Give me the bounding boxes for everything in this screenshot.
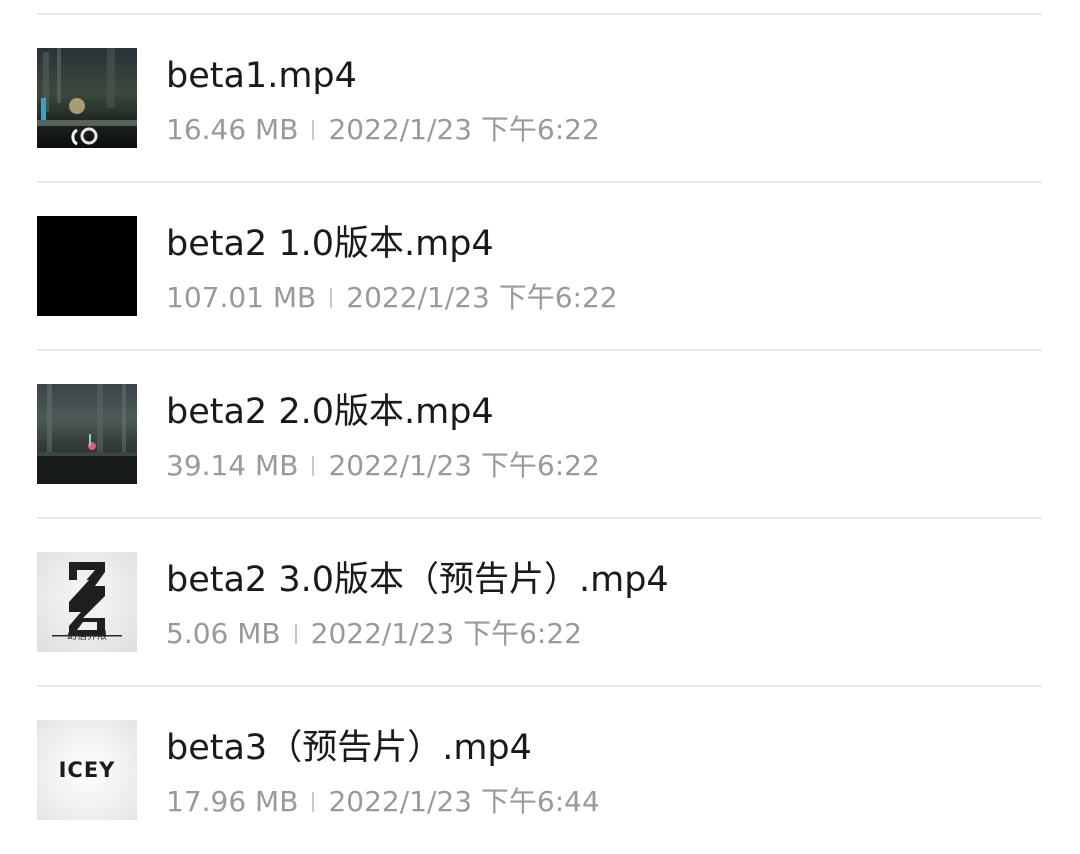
- file-meta: 17.96 MB 2022/1/23 下午6:44: [166, 784, 600, 820]
- file-meta: 5.06 MB 2022/1/23 下午6:22: [166, 616, 582, 652]
- separator: [312, 456, 315, 476]
- file-row[interactable]: ICEY beta3（预告片）.mp4 17.96 MB 2022/1/23 下午…: [0, 686, 1080, 854]
- file-date: 2022/1/23 下午6:44: [328, 785, 600, 818]
- file-name: beta2 2.0版本.mp4: [166, 392, 494, 432]
- separator: [312, 120, 315, 140]
- logo-thumbnail: 幻信界限: [37, 552, 137, 652]
- video-thumbnail: [37, 384, 137, 484]
- file-size: 39.14 MB: [166, 449, 299, 482]
- file-size: 107.01 MB: [166, 281, 317, 314]
- file-row[interactable]: beta2 1.0版本.mp4 107.01 MB 2022/1/23 下午6:2…: [0, 182, 1080, 350]
- file-date: 2022/1/23 下午6:22: [328, 113, 600, 146]
- file-row[interactable]: beta1.mp4 16.46 MB 2022/1/23 下午6:22: [0, 14, 1080, 182]
- file-date: 2022/1/23 下午6:22: [346, 281, 618, 314]
- file-meta: 39.14 MB 2022/1/23 下午6:22: [166, 448, 600, 484]
- file-size: 17.96 MB: [166, 785, 299, 818]
- logo-thumbnail: ICEY: [37, 720, 137, 820]
- file-row[interactable]: beta2 2.0版本.mp4 39.14 MB 2022/1/23 下午6:22: [0, 350, 1080, 518]
- logo-text: ICEY: [58, 758, 116, 782]
- separator: [330, 288, 333, 308]
- file-name: beta2 3.0版本（预告片）.mp4: [166, 560, 669, 600]
- separator: [294, 624, 297, 644]
- file-date: 2022/1/23 下午6:22: [328, 449, 600, 482]
- video-thumbnail: [37, 48, 137, 148]
- file-meta: 107.01 MB 2022/1/23 下午6:22: [166, 280, 618, 316]
- file-name: beta2 1.0版本.mp4: [166, 224, 494, 264]
- logo-text: 幻信界限: [67, 631, 107, 642]
- file-size: 16.46 MB: [166, 113, 299, 146]
- file-name: beta1.mp4: [166, 56, 357, 96]
- separator: [312, 792, 315, 812]
- file-size: 5.06 MB: [166, 617, 281, 650]
- file-name: beta3（预告片）.mp4: [166, 728, 532, 768]
- video-thumbnail: [37, 216, 137, 316]
- file-date: 2022/1/23 下午6:22: [310, 617, 582, 650]
- file-meta: 16.46 MB 2022/1/23 下午6:22: [166, 112, 600, 148]
- file-row[interactable]: 幻信界限 beta2 3.0版本（预告片）.mp4 5.06 MB 2022/1/…: [0, 518, 1080, 686]
